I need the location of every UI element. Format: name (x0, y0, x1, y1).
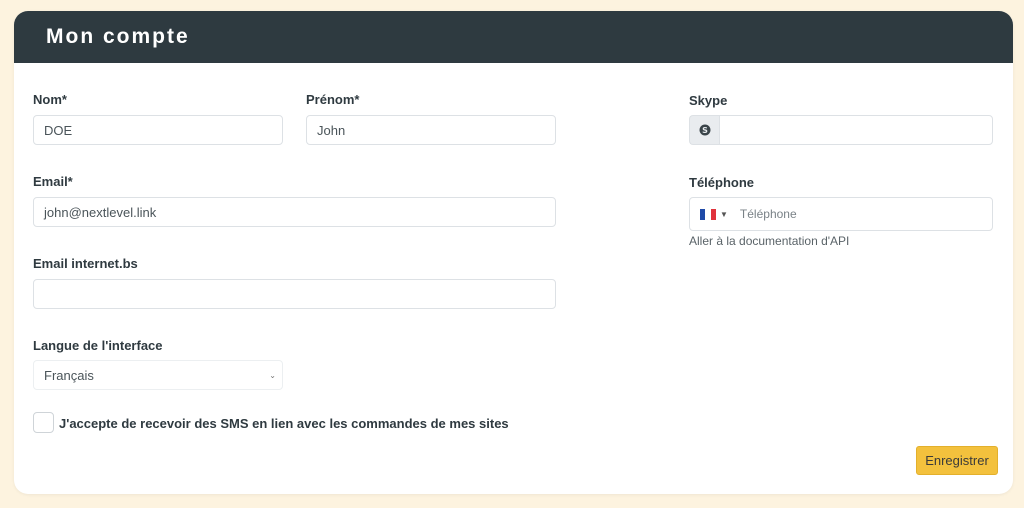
sms-consent-checkbox[interactable] (33, 412, 54, 433)
page-title: Mon compte (46, 25, 190, 48)
card-header: Mon compte (14, 11, 1013, 63)
sms-consent-label: J'accepte de recevoir des SMS en lien av… (59, 416, 509, 431)
langue-select[interactable]: Français ⌄ (33, 360, 283, 390)
save-button[interactable]: Enregistrer (916, 446, 998, 475)
email-input[interactable]: john@nextlevel.link (33, 197, 556, 227)
chevron-down-icon: ⌄ (269, 371, 276, 380)
skype-input[interactable] (719, 115, 993, 145)
account-card: Mon compte Nom* DOE Prénom* John Email* … (14, 11, 1013, 494)
telephone-placeholder: Téléphone (739, 207, 797, 221)
email-internet-label: Email internet.bs (33, 256, 138, 271)
email-label: Email* (33, 174, 73, 189)
api-doc-link[interactable]: Aller à la documentation d'API (689, 234, 849, 248)
nom-label: Nom* (33, 92, 67, 107)
country-caret-icon[interactable]: ▼ (720, 210, 728, 219)
langue-label: Langue de l'interface (33, 338, 163, 353)
svg-text:S: S (702, 126, 708, 135)
email-value: john@nextlevel.link (44, 204, 157, 220)
langue-value: Français (44, 367, 94, 383)
skype-icon: S (699, 124, 711, 136)
nom-value: DOE (44, 122, 73, 138)
france-flag-icon[interactable] (700, 208, 716, 220)
telephone-input[interactable]: ▼ Téléphone (689, 197, 993, 231)
prenom-value: John (317, 122, 346, 138)
email-internet-input[interactable] (33, 279, 556, 309)
skype-addon: S (689, 115, 720, 145)
prenom-input[interactable]: John (306, 115, 556, 145)
telephone-label: Téléphone (689, 175, 755, 190)
skype-label: Skype (689, 93, 728, 108)
prenom-label: Prénom* (306, 92, 360, 107)
nom-input[interactable]: DOE (33, 115, 283, 145)
